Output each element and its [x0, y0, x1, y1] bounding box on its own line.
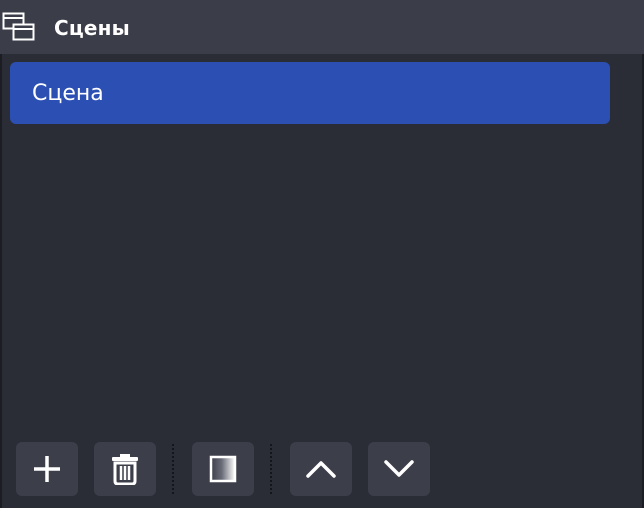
toolbar-separator: [270, 444, 272, 494]
scenes-toolbar: [0, 434, 644, 508]
plus-icon: [32, 454, 62, 484]
scenes-dock: Сцены Сцена: [0, 0, 644, 508]
scene-filters-button[interactable]: [192, 442, 254, 496]
remove-scene-button[interactable]: [94, 442, 156, 496]
filters-icon: [209, 455, 237, 483]
scene-item-selected[interactable]: Сцена: [10, 62, 610, 124]
scene-list[interactable]: Сцена: [2, 54, 642, 434]
add-scene-button[interactable]: [16, 442, 78, 496]
dock-title: Сцены: [54, 16, 130, 40]
chevron-down-icon: [383, 459, 415, 479]
trash-icon: [110, 453, 140, 485]
move-scene-up-button[interactable]: [290, 442, 352, 496]
scenes-icon: [2, 12, 36, 42]
toolbar-separator: [172, 444, 174, 494]
move-scene-down-button[interactable]: [368, 442, 430, 496]
dock-titlebar[interactable]: Сцены: [0, 0, 644, 54]
chevron-up-icon: [305, 459, 337, 479]
scene-item-label: Сцена: [32, 80, 104, 106]
